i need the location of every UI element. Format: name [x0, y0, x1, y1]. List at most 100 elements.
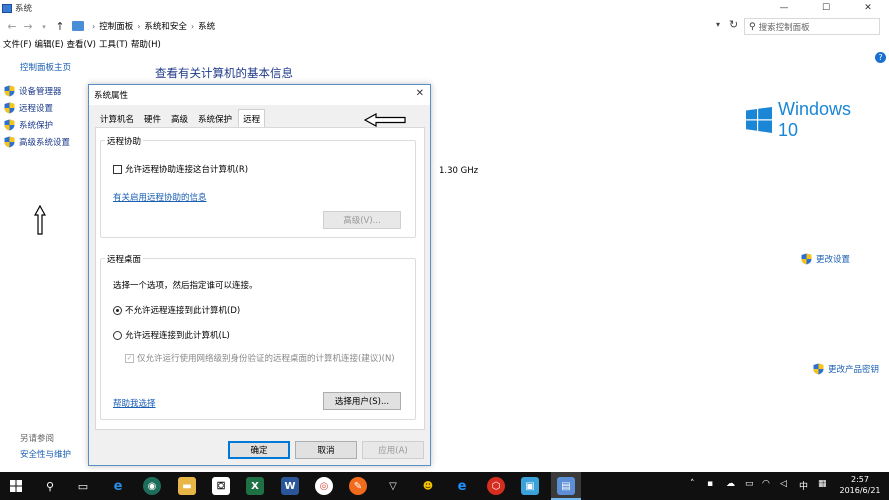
menu-help[interactable]: 帮助(H): [131, 38, 161, 52]
tray-battery-icon[interactable]: ▭: [745, 479, 754, 489]
nla-checkbox[interactable]: ✓ 仅允许运行使用网络级别身份验证的远程桌面的计算机连接(建议)(N): [125, 352, 395, 364]
breadcrumb-control-panel[interactable]: 控制面板: [99, 20, 133, 32]
chevron-right-icon[interactable]: ›: [137, 22, 140, 31]
annotation-arrow-left-icon: [364, 113, 406, 127]
see-also-heading: 另请参阅: [20, 434, 55, 444]
address-bar: ← → ▾ ↑ › 控制面板 › 系统和安全 › 系统 ▾ ↻ ⚲ 搜索控制面板: [0, 17, 889, 36]
checkbox-box[interactable]: [113, 164, 122, 174]
minimize-button[interactable]: —: [763, 0, 805, 16]
remote-assistance-info-link[interactable]: 有关启用远程协助的信息: [113, 191, 207, 203]
security-maintenance-link[interactable]: 安全性与维护: [20, 448, 71, 460]
tray-app-icon[interactable]: ▪: [707, 479, 713, 489]
recent-dropdown-icon[interactable]: ▾: [36, 19, 52, 35]
monitor-app-icon[interactable]: ▣: [521, 477, 539, 495]
sidebar-item-system-protection[interactable]: 系统保护: [4, 119, 53, 131]
qq-icon[interactable]: ☻: [419, 477, 437, 495]
ime-indicator[interactable]: 中: [799, 479, 808, 492]
media-app-icon[interactable]: ✎: [349, 477, 367, 495]
tab-computer-name[interactable]: 计算机名: [96, 111, 138, 127]
cancel-button[interactable]: 取消: [295, 441, 357, 459]
change-product-key-label: 更改产品密钥: [828, 365, 880, 375]
page-title: 查看有关计算机的基本信息: [155, 66, 293, 80]
tray-cloud-icon[interactable]: ☁: [726, 479, 735, 489]
ok-button[interactable]: 确定: [228, 441, 290, 459]
breadcrumb-system[interactable]: 系统: [198, 20, 215, 32]
media-player-icon[interactable]: ◉: [143, 477, 161, 495]
chrome-icon[interactable]: ◎: [315, 477, 333, 495]
wifi-icon[interactable]: ◠: [762, 479, 770, 489]
menu-edit[interactable]: 编辑(E): [35, 38, 64, 52]
edge-browser-icon[interactable]: e: [109, 477, 127, 495]
dialog-titlebar: 系统属性 ✕: [89, 85, 430, 105]
dialog-title: 系统属性: [94, 91, 129, 101]
tab-advanced[interactable]: 高级: [167, 111, 192, 127]
red-app-icon[interactable]: ⬡: [487, 477, 505, 495]
window-title: 系统: [15, 4, 33, 14]
change-settings-link[interactable]: 更改设置: [801, 253, 850, 265]
annotation-arrow-up-icon: [34, 205, 46, 235]
up-arrow-icon[interactable]: ↑: [52, 19, 68, 35]
allow-remote-radio[interactable]: 允许远程连接到此计算机(L): [113, 329, 230, 341]
sidebar-item-label: 远程设置: [19, 104, 54, 114]
system-window-icon[interactable]: ▤: [557, 477, 575, 495]
start-windows-icon[interactable]: [10, 480, 22, 492]
remote-desktop-group: 远程桌面 选择一个选项，然后指定谁可以连接。 不允许远程连接到此计算机(D) 允…: [100, 253, 416, 420]
help-icon[interactable]: ?: [875, 52, 886, 63]
ie-browser-icon[interactable]: e: [453, 477, 471, 495]
remote-desktop-title: 远程桌面: [105, 253, 144, 265]
keyboard-icon[interactable]: ▦: [818, 479, 827, 489]
store-icon[interactable]: ⛋: [212, 477, 230, 495]
tab-system-protection[interactable]: 系统保护: [194, 111, 236, 127]
sidebar-item-device-manager[interactable]: 设备管理器: [4, 85, 62, 97]
shield-icon: [4, 119, 15, 131]
fox-app-icon[interactable]: ▽: [384, 477, 402, 495]
clock-date: 2016/6/21: [839, 486, 881, 495]
chevron-right-icon[interactable]: ›: [92, 22, 95, 31]
search-input[interactable]: ⚲ 搜索控制面板: [744, 18, 880, 35]
radio-button[interactable]: [113, 330, 122, 340]
menu-view[interactable]: 查看(V): [67, 38, 96, 52]
close-button[interactable]: ✕: [847, 0, 889, 16]
clock[interactable]: 2:57 2016/6/21: [834, 474, 886, 496]
volume-icon[interactable]: ◁: [780, 479, 787, 489]
sidebar-item-remote-settings[interactable]: 远程设置: [4, 102, 53, 114]
sidebar-item-label: 设备管理器: [19, 87, 62, 97]
breadcrumb[interactable]: › 控制面板 › 系统和安全 › 系统: [72, 18, 740, 34]
word-icon[interactable]: W: [281, 477, 299, 495]
apply-button[interactable]: 应用(A): [362, 441, 424, 459]
change-product-key-link[interactable]: 更改产品密钥: [813, 363, 879, 375]
tab-hardware[interactable]: 硬件: [140, 111, 165, 127]
control-panel-home-link[interactable]: 控制面板主页: [20, 61, 71, 73]
sidebar-item-label: 系统保护: [19, 121, 54, 131]
dialog-close-button[interactable]: ✕: [416, 88, 424, 99]
search-placeholder: 搜索控制面板: [758, 22, 810, 33]
allow-remote-assistance-checkbox[interactable]: 允许远程协助连接这台计算机(R): [113, 163, 248, 175]
search-icon[interactable]: ⚲: [42, 478, 58, 494]
refresh-icon[interactable]: ↻: [729, 18, 738, 31]
sidebar-item-advanced-settings[interactable]: 高级系统设置: [4, 136, 70, 148]
deny-remote-radio[interactable]: 不允许远程连接到此计算机(D): [113, 304, 240, 316]
help-me-choose-link[interactable]: 帮助我选择: [113, 397, 156, 409]
breadcrumb-system-security[interactable]: 系统和安全: [144, 20, 187, 32]
radio-button[interactable]: [113, 305, 122, 315]
cpu-speed-value: 1.30 GHz: [439, 166, 479, 176]
advanced-button[interactable]: 高级(V)...: [323, 211, 401, 229]
address-dropdown-icon[interactable]: ▾: [716, 20, 720, 29]
tab-remote[interactable]: 远程: [238, 109, 266, 127]
chevron-right-icon[interactable]: ›: [191, 22, 194, 31]
forward-arrow-icon[interactable]: →: [20, 19, 36, 35]
tray-chevron-up-icon[interactable]: ˄: [690, 479, 695, 489]
window-titlebar: 系统 — ☐ ✕: [0, 0, 889, 16]
checkmark-icon[interactable]: ✓: [125, 353, 134, 363]
taskbar: ⚲ ▭ e ◉ ▬ ⛋ X W ◎ ✎ ▽ ☻ e ⬡ ▣ ▤ ˄ ▪ ☁ ▭ …: [0, 472, 889, 500]
menu-tools[interactable]: 工具(T): [99, 38, 128, 52]
file-explorer-icon[interactable]: ▬: [178, 477, 196, 495]
shield-icon: [4, 85, 15, 97]
menu-file[interactable]: 文件(F): [3, 38, 32, 52]
select-users-button[interactable]: 选择用户(S)...: [323, 392, 401, 410]
windows-flag-icon: [746, 107, 772, 133]
task-view-icon[interactable]: ▭: [75, 478, 91, 494]
back-arrow-icon[interactable]: ←: [4, 19, 20, 35]
excel-icon[interactable]: X: [246, 477, 264, 495]
maximize-button[interactable]: ☐: [805, 0, 847, 16]
